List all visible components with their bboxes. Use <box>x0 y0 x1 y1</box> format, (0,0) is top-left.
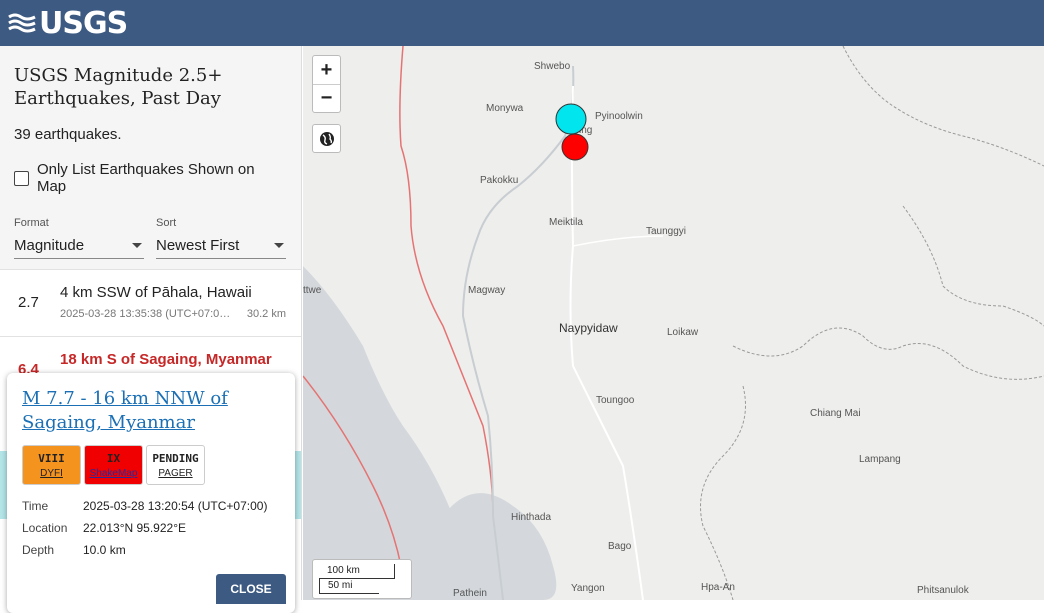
chevron-down-icon <box>132 243 142 248</box>
globe-icon <box>319 131 334 146</box>
event-depth: 30.2 km <box>246 308 286 320</box>
sort-label: Sort <box>156 217 177 229</box>
event-time: 2025-03-28 13:35:38 (UTC+07:0… <box>60 308 231 320</box>
location-value: 22.013°N 95.922°E <box>83 521 187 535</box>
shakemap-intensity: IX <box>106 451 121 465</box>
scale-mi: 50 mi <box>319 579 379 594</box>
list-header: USGS Magnitude 2.5+ Earthquakes, Past Da… <box>0 46 301 269</box>
logo-text: USGS <box>39 5 128 41</box>
map-view[interactable]: Shwebo Monywa Pyinoolwin ing Pakokku Mei… <box>303 46 1044 600</box>
time-label: Time <box>22 499 49 513</box>
site-header: USGS <box>0 0 1044 46</box>
usgs-logo[interactable]: USGS <box>8 5 128 41</box>
dyfi-badge[interactable]: VIII DYFI <box>22 445 81 485</box>
earthquake-marker-m6-4[interactable] <box>561 133 589 161</box>
map-scale: 100 km 50 mi <box>312 559 412 599</box>
scale-km: 100 km <box>319 564 395 579</box>
depth-value: 10.0 km <box>83 543 126 557</box>
sort-dropdown[interactable]: Newest First <box>156 233 286 259</box>
zoom-out-button[interactable]: − <box>313 84 340 112</box>
shakemap-badge[interactable]: IX ShakeMap <box>84 445 143 485</box>
only-list-checkbox[interactable] <box>14 170 29 186</box>
dyfi-link[interactable]: DYFI <box>40 468 63 479</box>
list-item[interactable]: 2.7 4 km SSW of Pāhala, Hawaii 2025-03-2… <box>0 269 301 336</box>
dyfi-intensity: VIII <box>38 451 65 465</box>
earthquake-count: 39 earthquakes. <box>14 126 122 143</box>
usgs-wave-icon <box>8 13 36 33</box>
location-row: Location 22.013°N 95.922°E <box>22 521 280 535</box>
depth-row: Depth 10.0 km <box>22 543 280 557</box>
pager-badge[interactable]: PENDING PAGER <box>146 445 205 485</box>
event-place: 4 km SSW of Pāhala, Hawaii <box>60 284 252 301</box>
event-place: 18 km S of Sagaing, Myanmar <box>60 351 272 368</box>
chevron-down-icon <box>274 243 284 248</box>
event-magnitude: 2.7 <box>18 294 39 311</box>
sort-value: Newest First <box>156 237 240 254</box>
depth-label: Depth <box>22 543 55 557</box>
pager-link[interactable]: PAGER <box>158 468 192 479</box>
zoom-control: + − <box>312 55 341 113</box>
time-row: Time 2025-03-28 13:20:54 (UTC+07:00) <box>22 499 280 513</box>
shakemap-link[interactable]: ShakeMap <box>90 468 138 479</box>
list-title: USGS Magnitude 2.5+ Earthquakes, Past Da… <box>14 65 223 109</box>
format-label: Format <box>14 217 49 229</box>
event-popup: M 7.7 - 16 km NNW of Sagaing, Myanmar VI… <box>7 373 295 613</box>
pager-status: PENDING <box>152 451 199 465</box>
basemap-layers-button[interactable] <box>312 124 341 153</box>
format-select[interactable]: Format Magnitude <box>14 217 144 259</box>
sort-select[interactable]: Sort Newest First <box>156 217 286 259</box>
earthquake-marker-m7-7[interactable] <box>555 103 587 135</box>
zoom-in-button[interactable]: + <box>313 56 340 84</box>
format-dropdown[interactable]: Magnitude <box>14 233 144 259</box>
popup-title-link[interactable]: M 7.7 - 16 km NNW of Sagaing, Myanmar <box>22 387 280 435</box>
earthquake-markers <box>555 103 589 161</box>
format-value: Magnitude <box>14 237 85 254</box>
only-list-label: Only List Earthquakes Shown on Map <box>36 161 255 195</box>
time-value: 2025-03-28 13:20:54 (UTC+07:00) <box>83 499 268 513</box>
only-list-on-map-toggle[interactable]: Only List Earthquakes Shown on Map <box>14 161 287 195</box>
location-label: Location <box>22 521 68 535</box>
